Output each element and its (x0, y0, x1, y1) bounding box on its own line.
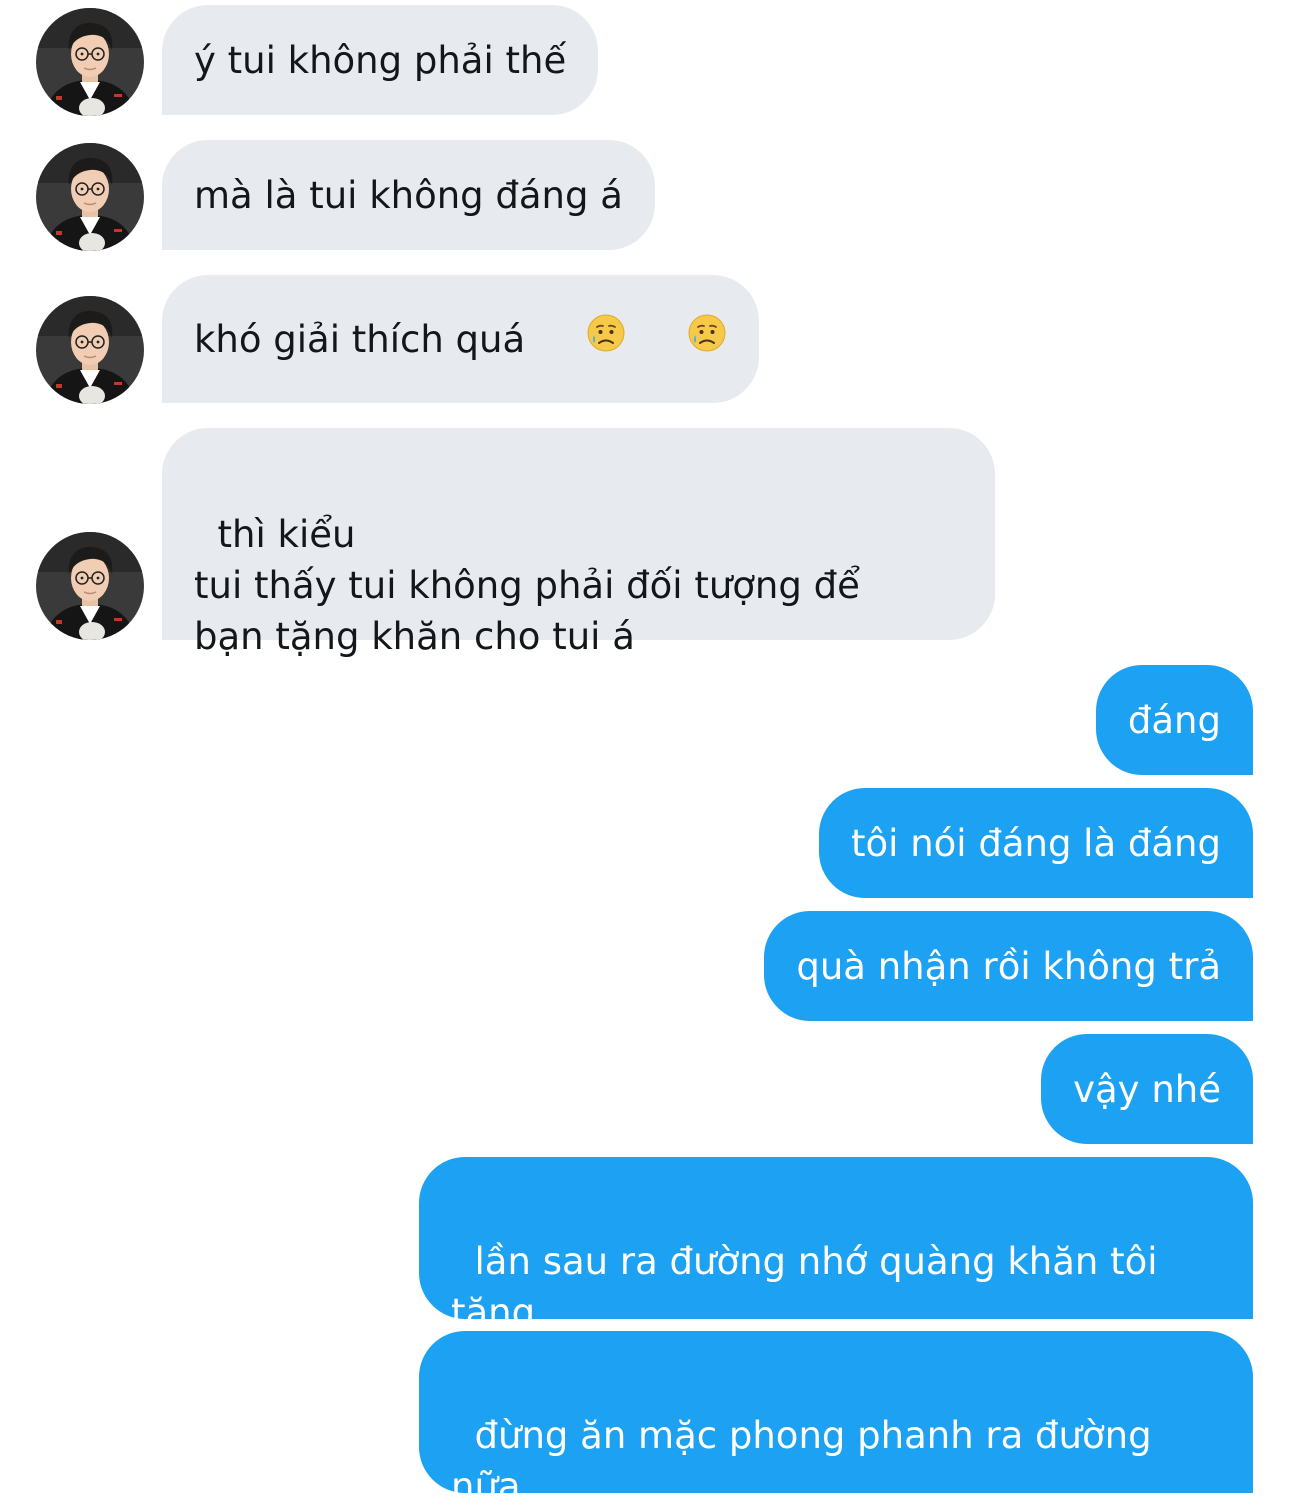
message-text: đừng ăn mặc phong phanh ra đường nữa (451, 1414, 1152, 1508)
message-text: lần sau ra đường nhớ quàng khăn tôi tặng (451, 1240, 1158, 1334)
received-message: thì kiểu tui thấy tui không phải đối tượ… (162, 428, 995, 658)
message-text: thì kiểu tui thấy tui không phải đối tượ… (194, 513, 860, 658)
message-text: vậy nhé (1073, 1067, 1221, 1111)
sad-but-relieved-face-emoji (539, 262, 626, 417)
message-text: ý tui không phải thế (194, 38, 567, 82)
message-text: quà nhận rồi không trả (796, 944, 1221, 988)
received-message: ý tui không phải thế (162, 5, 599, 115)
sent-message: đừng ăn mặc phong phanh ra đường nữa (419, 1331, 1253, 1508)
received-message: khó giải thích quá (162, 275, 760, 403)
sender-avatar[interactable] (36, 296, 144, 404)
message-text: khó giải thích quá (194, 317, 526, 361)
sent-message: lần sau ra đường nhớ quàng khăn tôi tặng (419, 1157, 1253, 1334)
sender-avatar[interactable] (36, 8, 144, 116)
message-text: tôi nói đáng là đáng (851, 821, 1221, 865)
sent-message: vậy nhé (1041, 1034, 1253, 1144)
sender-avatar[interactable] (36, 532, 144, 640)
sent-message: tôi nói đáng là đáng (819, 788, 1253, 898)
sent-message: đáng (1095, 665, 1253, 775)
sad-but-relieved-face-emoji (640, 262, 727, 417)
message-text: mà là tui không đáng á (194, 173, 623, 217)
received-message: mà là tui không đáng á (162, 140, 655, 250)
sent-message: quà nhận rồi không trả (764, 911, 1253, 1021)
sender-avatar[interactable] (36, 143, 144, 251)
message-text: đáng (1127, 698, 1221, 742)
